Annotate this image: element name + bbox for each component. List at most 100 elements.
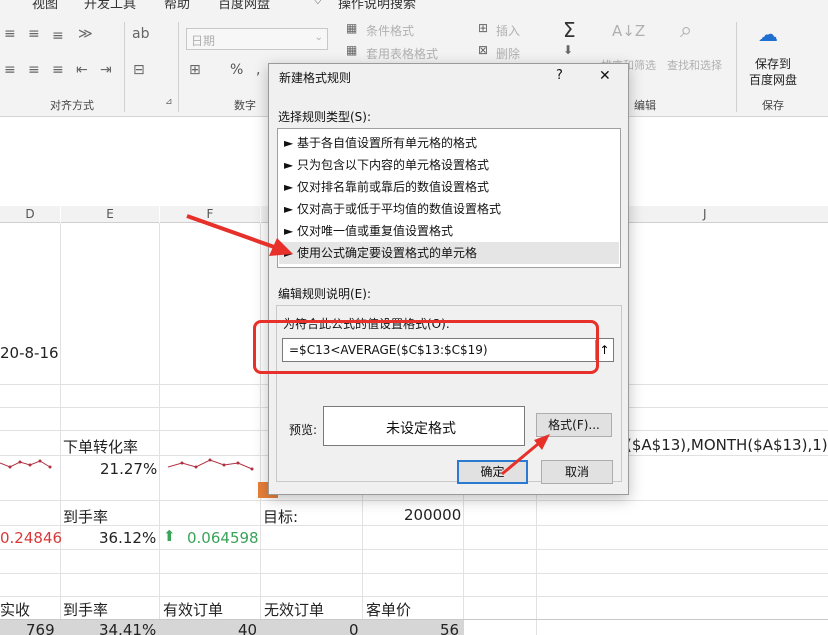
- tab-help[interactable]: 帮助: [164, 0, 190, 12]
- grid-line: [0, 549, 828, 550]
- column-header-e[interactable]: E: [61, 206, 159, 223]
- help-button[interactable]: ?: [556, 68, 563, 83]
- align-bottom-icon[interactable]: ≡: [52, 28, 64, 44]
- group-label-save: 保存: [762, 99, 784, 112]
- tell-me-search[interactable]: 操作说明搜索: [338, 0, 416, 12]
- data-cell[interactable]: 56: [440, 621, 459, 635]
- annotation-arrow-icon: [186, 214, 293, 256]
- cell-arrival-label[interactable]: 到手率: [63, 506, 108, 527]
- align-left-icon[interactable]: ≡: [4, 62, 16, 78]
- cell-trend-value[interactable]: 0.064598: [187, 529, 259, 547]
- annotation-arrow-icon: [501, 434, 550, 476]
- number-format-box[interactable]: 日期 ⌄: [186, 28, 328, 50]
- divider: [178, 22, 179, 112]
- header-cell[interactable]: 无效订单: [264, 599, 324, 620]
- data-cell[interactable]: 40: [238, 621, 257, 635]
- sum-icon[interactable]: Σ: [563, 18, 576, 42]
- dialog-launcher-icon[interactable]: ⊿: [165, 97, 173, 107]
- align-middle-icon[interactable]: ≡: [28, 26, 40, 42]
- tab-developer[interactable]: 开发工具: [84, 0, 136, 12]
- rule-type-item[interactable]: ► 只为包含以下内容的单元格设置格式: [284, 154, 489, 176]
- align-top-icon[interactable]: ≡: [4, 26, 16, 42]
- comma-button[interactable]: ,: [256, 62, 260, 78]
- sort-icon[interactable]: A↓Z: [612, 22, 645, 40]
- table-format-icon[interactable]: ▦: [346, 43, 357, 57]
- percent-button[interactable]: %: [230, 62, 243, 78]
- up-arrow-icon: ⬆: [163, 527, 176, 545]
- rule-type-item-selected[interactable]: ► 使用公式确定要设置格式的单元格: [279, 242, 619, 264]
- baidu-cloud-icon[interactable]: ☁: [758, 22, 778, 46]
- save-to-label[interactable]: 保存到: [755, 55, 791, 72]
- sparkline-d: [0, 459, 52, 469]
- search-icon[interactable]: ⌕: [680, 18, 692, 43]
- wrap-text-icon[interactable]: ab: [132, 26, 149, 42]
- data-row[interactable]: 769 34.41% 40 0 56: [0, 620, 464, 635]
- chevron-down-icon: ⌄: [314, 32, 323, 43]
- number-format-value: 日期: [191, 34, 216, 48]
- delete-icon[interactable]: ⊠: [478, 43, 488, 57]
- lightbulb-icon: ♡: [312, 0, 324, 8]
- column-header-d[interactable]: D: [0, 206, 60, 223]
- excel-window: 视图 开发工具 帮助 百度网盘 ♡ 操作说明搜索 ≡ ≡ ≡ ≫ ab ≡ ≡ …: [0, 0, 828, 635]
- grid-line: [0, 596, 828, 597]
- header-cell[interactable]: 到手率: [63, 599, 108, 620]
- insert-button[interactable]: 插入: [496, 22, 520, 39]
- grid-line: [0, 525, 828, 526]
- rule-type-list[interactable]: ► 基于各自值设置所有单元格的格式 ► 只为包含以下内容的单元格设置格式 ► 仅…: [277, 128, 621, 268]
- header-cell[interactable]: 有效订单: [163, 599, 223, 620]
- data-cell[interactable]: 0: [349, 621, 359, 635]
- rule-type-item[interactable]: ► 仅对唯一值或重复值设置格式: [284, 220, 453, 242]
- cell-negative-value[interactable]: 0.24846: [0, 529, 62, 547]
- header-cell[interactable]: 实收: [0, 599, 30, 620]
- data-cell[interactable]: 34.41%: [99, 621, 156, 635]
- sparkline-f: [168, 458, 254, 471]
- tab-baidu-disk[interactable]: 百度网盘: [218, 0, 270, 12]
- cell-conversion-value[interactable]: 21.27%: [100, 460, 157, 478]
- increase-indent-icon[interactable]: ⇥: [100, 62, 112, 78]
- rule-type-item[interactable]: ► 基于各自值设置所有单元格的格式: [284, 132, 477, 154]
- conditional-format-button[interactable]: 条件格式: [366, 22, 414, 39]
- close-button[interactable]: ✕: [599, 68, 611, 84]
- data-cell[interactable]: 769: [26, 621, 55, 635]
- grid-line: [0, 500, 828, 501]
- select-type-label: 选择规则类型(S):: [278, 110, 372, 124]
- preview-text: 未设定格式: [386, 421, 456, 437]
- divider: [736, 22, 737, 112]
- column-header-j: J: [703, 207, 707, 221]
- header-cell[interactable]: 客单价: [366, 599, 411, 620]
- grid-line: [463, 495, 464, 635]
- cell-arrival-value[interactable]: 36.12%: [99, 529, 156, 547]
- conditional-format-icon[interactable]: ▦: [346, 21, 357, 35]
- preview-label: 预览:: [289, 423, 318, 437]
- align-center-icon[interactable]: ≡: [28, 62, 40, 78]
- insert-icon[interactable]: ⊞: [478, 21, 488, 35]
- rule-type-item[interactable]: ► 仅对高于或低于平均值的数值设置格式: [284, 198, 501, 220]
- cell-date[interactable]: 20-8-16: [0, 344, 59, 362]
- cell-conversion-label[interactable]: 下单转化率: [63, 436, 138, 457]
- cell-target-value[interactable]: 200000: [404, 506, 461, 524]
- group-label-alignment: 对齐方式: [50, 99, 94, 112]
- tab-view[interactable]: 视图: [32, 0, 58, 12]
- divider: [124, 22, 125, 112]
- group-label-edit: 编辑: [634, 99, 656, 112]
- grid-line: [362, 495, 363, 635]
- grid-line: [0, 573, 828, 574]
- orientation-icon[interactable]: ≫: [78, 26, 93, 42]
- cell-formula-fragment[interactable]: ($A$13),MONTH($A$13),1): [626, 436, 828, 454]
- delete-button[interactable]: 删除: [496, 45, 520, 62]
- decrease-indent-icon[interactable]: ⇤: [76, 62, 88, 78]
- find-select-button[interactable]: 查找和选择: [667, 57, 722, 73]
- preview-box: 未设定格式: [323, 406, 525, 446]
- edit-desc-label: 编辑规则说明(E):: [278, 287, 371, 301]
- merge-center-icon[interactable]: ⊟: [133, 62, 145, 78]
- fill-icon[interactable]: ⬇: [563, 43, 573, 57]
- currency-icon[interactable]: ⊞: [189, 62, 201, 78]
- dialog-title: 新建格式规则: [279, 71, 352, 85]
- align-right-icon[interactable]: ≡: [52, 62, 64, 78]
- rule-type-item[interactable]: ► 仅对排名靠前或靠后的数值设置格式: [284, 176, 489, 198]
- group-label-number: 数字: [234, 99, 256, 112]
- baidu-disk-label[interactable]: 百度网盘: [749, 71, 797, 88]
- annotation-highlight-box: [253, 320, 599, 374]
- table-format-button[interactable]: 套用表格格式: [366, 45, 438, 62]
- cell-target-label[interactable]: 目标:: [263, 506, 298, 527]
